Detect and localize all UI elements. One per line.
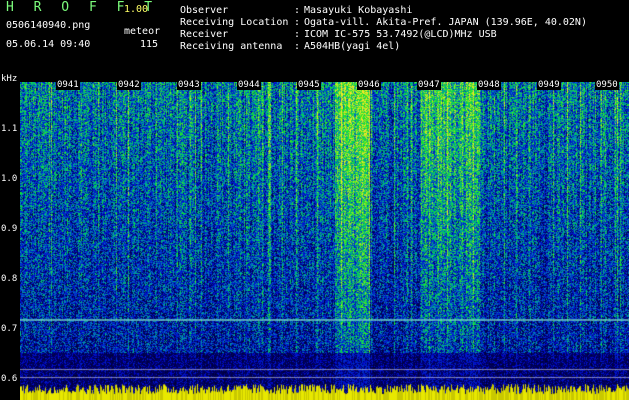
- x-tick-label: 0944: [237, 80, 261, 90]
- location-value: Ogata-vill. Akita-Pref. JAPAN (139.96E, …: [304, 17, 587, 28]
- frequency-unit-label: kHz: [1, 74, 18, 84]
- y-tick-label: 0.9: [1, 224, 18, 234]
- y-tick-label: 1.0: [1, 174, 18, 184]
- x-tick-label: 0945: [297, 80, 321, 90]
- observer-value: Masayuki Kobayashi: [304, 5, 413, 16]
- receiver-value: ICOM IC-575 53.7492(@LCD)MHz USB: [304, 29, 497, 40]
- meteor-label: meteor: [124, 26, 161, 37]
- y-tick-label: 0.7: [1, 324, 18, 334]
- app-version: 1.00: [124, 4, 149, 15]
- x-tick-label: 0949: [537, 80, 561, 90]
- receiver-colon: :: [294, 29, 301, 40]
- location-label: Receiving Location: [180, 17, 289, 28]
- meteor-count: 115: [140, 39, 159, 50]
- y-tick-label: 0.6: [1, 374, 18, 384]
- location-colon: :: [294, 17, 301, 28]
- x-tick-label: 0946: [357, 80, 381, 90]
- y-tick-label: 1.1: [1, 124, 18, 134]
- x-tick-label: 0947: [417, 80, 441, 90]
- file-name: 0506140940.png: [6, 20, 91, 31]
- y-tick-label: 0.8: [1, 274, 18, 284]
- antenna-label: Receiving antenna: [180, 41, 283, 52]
- receiver-label: Receiver: [180, 29, 229, 40]
- x-tick-label: 0941: [56, 80, 80, 90]
- observation-datetime: 05.06.14 09:40: [6, 39, 91, 50]
- x-tick-label: 0942: [117, 80, 141, 90]
- observer-colon: :: [294, 5, 301, 16]
- observer-label: Observer: [180, 5, 229, 16]
- spectrogram-image: [20, 82, 629, 400]
- x-tick-label: 0943: [177, 80, 201, 90]
- x-tick-label: 0948: [477, 80, 501, 90]
- antenna-colon: :: [294, 41, 301, 52]
- x-tick-label: 0950: [595, 80, 619, 90]
- antenna-value: A504HB(yagi 4el): [304, 41, 401, 52]
